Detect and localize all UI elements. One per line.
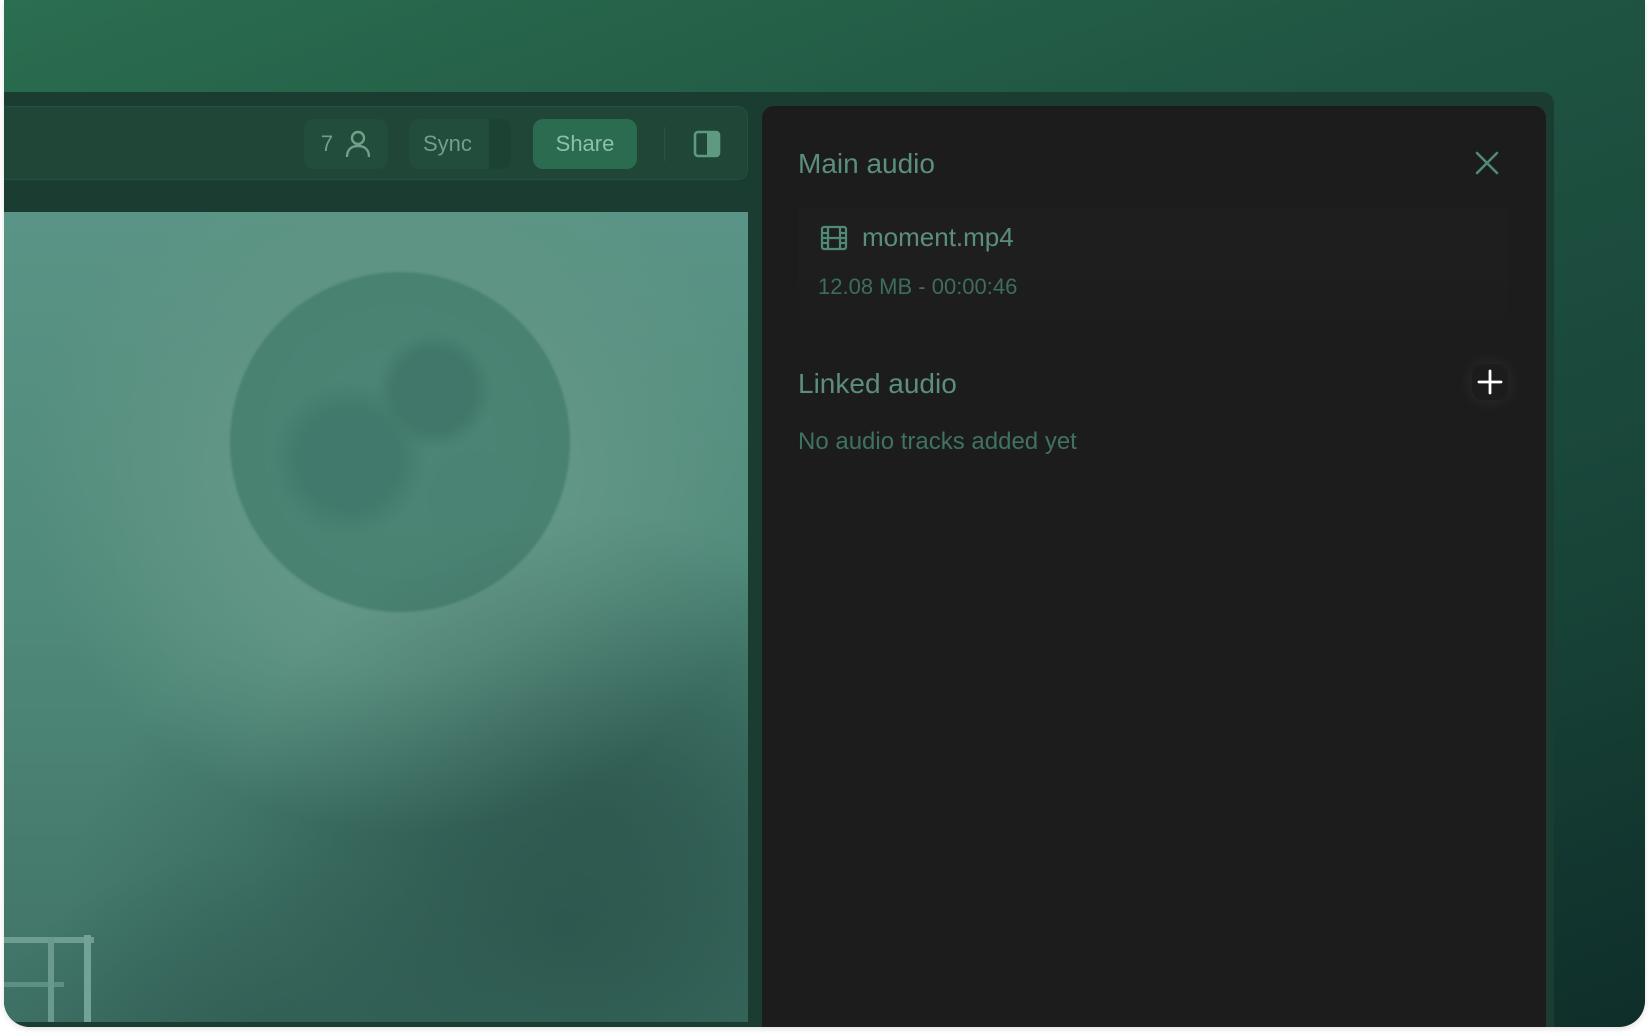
toolbar-divider bbox=[664, 127, 665, 161]
file-meta: 12.08 MB - 00:00:46 bbox=[818, 274, 1018, 299]
sync-label: Sync bbox=[423, 131, 472, 156]
share-label: Share bbox=[555, 131, 615, 156]
top-toolbar: 7 Sync Share bbox=[4, 106, 748, 180]
file-name: moment.mp4 bbox=[862, 222, 1014, 252]
sidebar-toggle-icon bbox=[693, 130, 721, 158]
close-button[interactable] bbox=[1472, 148, 1502, 178]
collaborator-count: 7 bbox=[320, 131, 334, 156]
plus-icon bbox=[1477, 369, 1503, 395]
audio-side-panel: Main audio moment.mp4 12.08 MB - 00:00:4… bbox=[762, 106, 1546, 1027]
linked-audio-title: Linked audio bbox=[798, 368, 957, 399]
sync-button[interactable]: Sync bbox=[409, 119, 511, 169]
share-button[interactable]: Share bbox=[533, 119, 637, 169]
close-icon bbox=[1475, 151, 1499, 175]
collaborators-button[interactable]: 7 bbox=[304, 119, 388, 169]
app-frame: 7 Sync Share Main audio moment.mp4 12.08… bbox=[4, 0, 1645, 1027]
film-icon-wrapper bbox=[820, 224, 848, 252]
empty-linked-audio-message: No audio tracks added yet bbox=[798, 428, 1077, 455]
preview-haze bbox=[4, 212, 748, 1022]
user-icon bbox=[345, 130, 371, 158]
panel-title: Main audio bbox=[798, 148, 935, 179]
add-linked-audio-button[interactable] bbox=[1472, 364, 1508, 400]
railing-graphic bbox=[4, 935, 94, 1022]
film-icon bbox=[820, 225, 848, 251]
video-preview[interactable] bbox=[4, 212, 748, 1022]
sidebar-toggle-button[interactable] bbox=[692, 129, 722, 159]
main-audio-file-card[interactable]: moment.mp4 12.08 MB - 00:00:46 bbox=[798, 208, 1508, 318]
